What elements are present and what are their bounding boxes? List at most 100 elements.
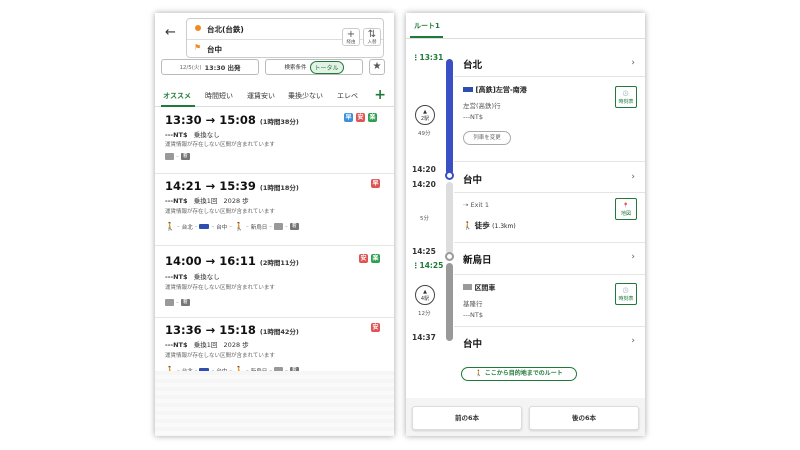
route-fare: ---NT$ 乗換なし [165, 273, 220, 281]
station-node [445, 171, 454, 180]
train-fare: ---NT$ [463, 113, 484, 121]
walk-segment-bar [446, 182, 453, 254]
hsr-icon [199, 224, 210, 229]
station-name[interactable]: 新烏日 [463, 252, 492, 266]
station-name[interactable]: 台中 [463, 172, 482, 186]
route-icons: – 着 [165, 299, 190, 306]
route-item[interactable]: 14:21 → 15:39 (1時間18分) 早 ---NT$ 乗換1回 202… [155, 174, 394, 246]
route-time: 14:00 → 16:11 (2時間11分) [165, 254, 299, 268]
divider [454, 192, 645, 193]
route-time: 14:21 → 15:39 (1時間18分) [165, 179, 299, 193]
divider [454, 242, 645, 243]
destination-field[interactable]: 台中 [207, 44, 222, 55]
total-tag: トータル [309, 60, 344, 74]
divider [454, 76, 645, 77]
active-tab-indicator [410, 36, 443, 38]
departure-time: ⋮13:31 [412, 53, 444, 62]
walk-icon: 🚶 [234, 222, 244, 231]
arrival-time: 14:20 [412, 165, 436, 174]
arrival-time: 14:25 [412, 247, 436, 256]
chevron-right-icon[interactable]: › [631, 336, 635, 346]
train-name: 区間車 [463, 283, 495, 293]
add-tab-plus-icon[interactable]: + [374, 87, 386, 103]
hsr-segment-bar [446, 59, 453, 175]
local-train-segment-bar [446, 263, 453, 341]
route-item[interactable]: 14:00 → 16:11 (2時間11分) 安 楽 ---NT$ 乗換なし 運… [155, 246, 394, 318]
tab-recommended[interactable]: オススメ [163, 91, 191, 101]
timetable-button[interactable]: 🕒 時刻表 [615, 283, 637, 305]
train-name: [高鉄]左営-南港 [463, 85, 527, 95]
segment-minutes: 5分 [420, 216, 429, 222]
station-name[interactable]: 台北 [463, 57, 482, 71]
fare-note: 運賃情報が存在しない区間が含まれています [165, 353, 275, 359]
train-icon [165, 153, 174, 160]
train-fare: ---NT$ [463, 311, 484, 319]
via-button[interactable]: + 経由 [342, 28, 360, 46]
tab-fewest-transfers[interactable]: 乗換少ない [288, 91, 323, 101]
origin-dot-icon [195, 25, 201, 31]
train-direction: 左営(高鉄)行 [463, 102, 501, 110]
departure-time: 14:20 [412, 180, 436, 189]
arrival-icon: 着 [289, 223, 299, 230]
tab-shortest[interactable]: 時間短い [205, 91, 233, 101]
stops-count-icon: ▲ 2駅 [415, 105, 435, 125]
timetable-button[interactable]: 🕒 時刻表 [615, 86, 637, 108]
tab-elevator[interactable]: エレベ [337, 91, 358, 101]
route-item[interactable]: 13:30 → 15:08 (1時間38分) 早 安 楽 ---NT$ 乗換なし… [155, 108, 394, 174]
route-icons: – 着 [165, 153, 190, 160]
route-fare: ---NT$ 乗換1回 2028 歩 [165, 197, 249, 205]
train-direction: 基隆行 [463, 300, 483, 308]
route-from-here-button[interactable]: 🚶 ここから目的地までのルート [461, 367, 577, 381]
departure-time: ⋮14:25 [412, 261, 444, 270]
walk-info: 🚶 徒歩 (1.3km) [463, 221, 516, 230]
active-tab-indicator [161, 105, 195, 107]
back-arrow-icon[interactable]: ← [165, 25, 176, 40]
stops-count-icon: ▲ 4駅 [415, 285, 435, 305]
arrival-icon: 着 [180, 299, 190, 306]
route-fare: ---NT$ 乗換1回 2028 歩 [165, 341, 249, 349]
list-bottom-fade [155, 371, 394, 436]
walk-icon: 🚶 [165, 222, 175, 231]
route-time: 13:36 → 15:18 (1時間42分) [165, 323, 299, 337]
train-icon [165, 299, 174, 306]
fare-note: 運賃情報が存在しない区間が含まれています [165, 209, 275, 215]
previous-6-button[interactable]: 前の6本 [412, 406, 522, 430]
route-list-panel: ← 台北(台鉄) ⚑ 台中 + 経由 ⇅ 入替 12/5(火) 13:30 出発 検索… [155, 13, 394, 436]
sort-tabs: オススメ 時間短い 運賃安い 乗換少ない エレベ + [155, 85, 394, 107]
cheap-badge: 安 [359, 254, 368, 263]
destination-flag-icon: ⚑ [194, 43, 202, 52]
next-6-button[interactable]: 後の6本 [529, 406, 639, 430]
chevron-right-icon[interactable]: › [631, 58, 635, 68]
segment-minutes: 49分 [418, 131, 431, 137]
origin-destination-box[interactable]: 台北(台鉄) ⚑ 台中 + 経由 ⇅ 入替 [186, 18, 384, 58]
change-train-button[interactable]: 列車を変更 [463, 131, 511, 145]
swap-button[interactable]: ⇅ 入替 [363, 28, 381, 46]
route-fare: ---NT$ 乗換なし [165, 131, 220, 139]
station-name[interactable]: 台中 [463, 336, 482, 350]
cheap-badge: 安 [356, 113, 365, 122]
easy-badge: 楽 [371, 254, 380, 263]
divider [454, 161, 645, 162]
route-detail-panel: ルート1 ⋮13:31 台北 › [高鉄]左営-南港 左営(高鉄)行 ---NT… [406, 13, 645, 436]
chevron-right-icon[interactable]: › [631, 172, 635, 182]
divider [454, 326, 645, 327]
star-icon[interactable]: ★ [369, 59, 385, 75]
arrival-icon: 着 [180, 153, 190, 160]
departure-time-button[interactable]: 12/5(火) 13:30 出発 [161, 59, 259, 75]
arrival-time: 14:37 [412, 333, 436, 342]
map-button[interactable]: 📍 地図 [615, 198, 637, 220]
fast-badge: 早 [371, 179, 380, 188]
exit-label: ⇢ Exit 1 [463, 201, 490, 209]
tab-route-1[interactable]: ルート1 [414, 21, 440, 31]
easy-badge: 楽 [368, 113, 377, 122]
route-tabs: ルート1 [406, 13, 645, 39]
chevron-right-icon[interactable]: › [631, 252, 635, 262]
search-conditions-button[interactable]: 検索条件 トータル [265, 59, 363, 75]
tab-cheapest[interactable]: 運賃安い [247, 91, 275, 101]
segment-minutes: 12分 [418, 311, 431, 317]
cheap-badge: 安 [371, 323, 380, 332]
fare-note: 運賃情報が存在しない区間が含まれています [165, 285, 275, 291]
origin-field[interactable]: 台北(台鉄) [207, 24, 244, 35]
station-node [445, 252, 454, 261]
divider [454, 274, 645, 275]
